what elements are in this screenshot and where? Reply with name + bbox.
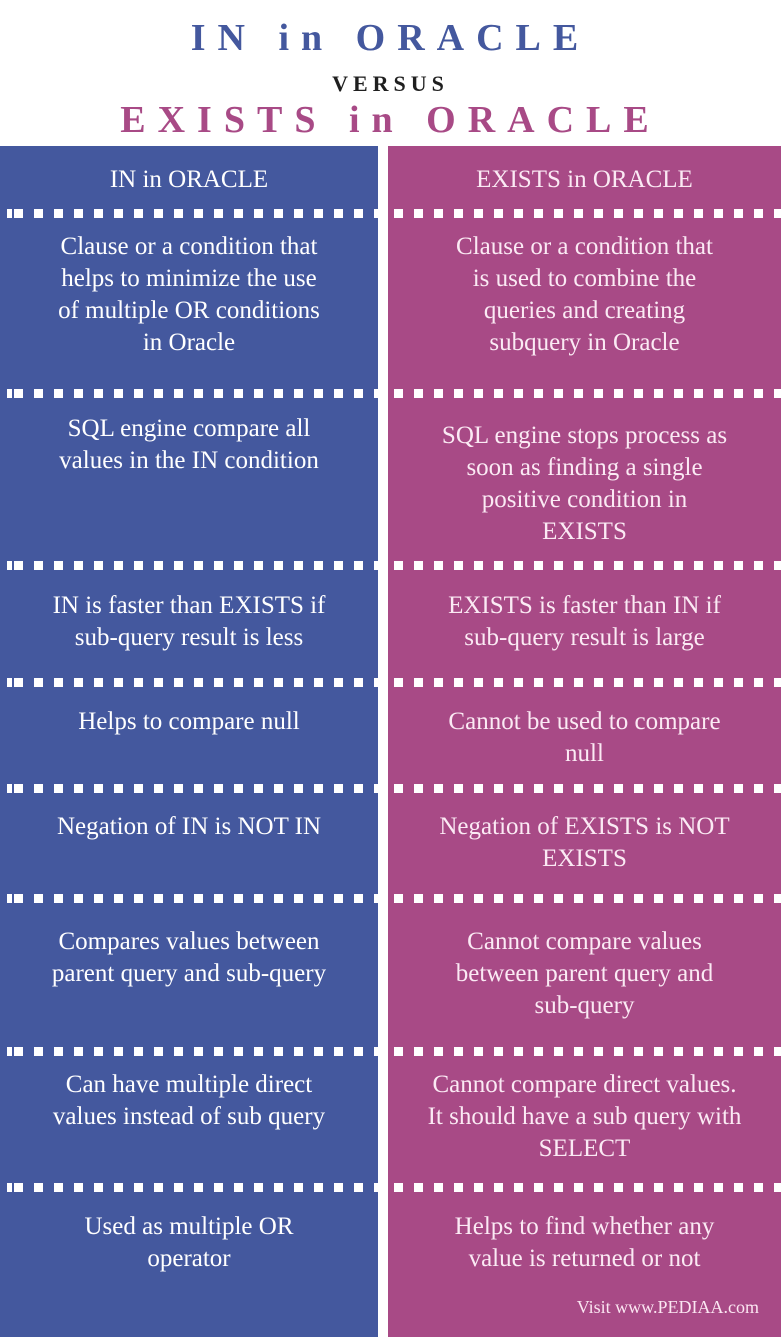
cell-line: in Oracle [142, 329, 236, 356]
in-row-usage: Used as multiple OR operator [0, 1211, 378, 1275]
dotted-separator [7, 1183, 378, 1192]
cell-line: sub-query result is less [74, 624, 304, 651]
cell-line: EXISTS is faster than IN if [448, 592, 721, 619]
dotted-separator [394, 209, 781, 218]
in-row-engine: SQL engine compare all values in the IN … [0, 413, 378, 477]
cell-line: sub-query [534, 992, 635, 1019]
dotted-separator [394, 389, 781, 398]
in-row-direct-values: Can have multiple direct values instead … [0, 1069, 378, 1133]
title-in-oracle: IN in ORACLE [190, 17, 591, 59]
cell-line: Cannot compare values [467, 928, 702, 955]
dotted-separator [7, 678, 378, 687]
dotted-separator [7, 561, 378, 570]
exists-column-header: EXISTS in ORACLE [388, 164, 781, 196]
cell-line: soon as finding a single [466, 454, 703, 481]
dotted-separator [7, 894, 378, 903]
exists-row-usage: Helps to find whether any value is retur… [388, 1211, 781, 1275]
cell-line: Clause or a condition that [456, 233, 713, 260]
cell-line: IN is faster than EXISTS if [52, 592, 326, 619]
dotted-separator [394, 784, 781, 793]
dotted-separator [394, 1183, 781, 1192]
in-row-definition: Clause or a condition that helps to mini… [0, 231, 378, 359]
cell-line: helps to minimize the use [61, 265, 317, 292]
cell-line: is used to combine the [472, 265, 697, 292]
exists-column: EXISTS in ORACLE Clause or a condition t… [388, 146, 781, 1337]
cell-line: Negation of EXISTS is NOT [439, 813, 730, 840]
cell-line: Clause or a condition that [60, 233, 318, 260]
cell-line: operator [147, 1245, 231, 1272]
cell-line: Helps to find whether any [454, 1213, 715, 1240]
exists-row-speed: EXISTS is faster than IN if sub-query re… [388, 590, 781, 654]
cell-line: of multiple OR conditions [58, 297, 320, 324]
cell-line: Negation of IN is NOT IN [56, 813, 322, 840]
cell-line: Used as multiple OR [84, 1213, 294, 1240]
cell-line: subquery in Oracle [489, 329, 680, 356]
in-row-speed: IN is faster than EXISTS if sub-query re… [0, 590, 378, 654]
in-row-null: Helps to compare null [0, 706, 378, 738]
in-row-negation: Negation of IN is NOT IN [0, 811, 378, 843]
cell-line: Can have multiple direct [65, 1071, 313, 1098]
dotted-separator [7, 209, 378, 218]
exists-row-engine: SQL engine stops process as soon as find… [388, 420, 781, 548]
cell-line: between parent query and [455, 960, 714, 987]
cell-line: values in the IN condition [59, 447, 319, 474]
dotted-separator [7, 389, 378, 398]
cell-line: SQL engine stops process as [441, 422, 728, 449]
cell-line: EXISTS [542, 845, 627, 872]
exists-row-direct-values: Cannot compare direct values. It should … [388, 1069, 781, 1165]
dotted-separator [394, 678, 781, 687]
exists-row-compare: Cannot compare values between parent que… [388, 926, 781, 1022]
header-text: EXISTS in ORACLE [476, 166, 693, 193]
in-column: IN in ORACLE Clause or a condition that … [0, 146, 378, 1337]
title-versus: VERSUS [332, 71, 449, 96]
exists-row-null: Cannot be used to compare null [388, 706, 781, 770]
exists-row-definition: Clause or a condition that is used to co… [388, 231, 781, 359]
cell-line: Cannot compare direct values. [432, 1071, 737, 1098]
cell-line: It should have a sub query with [427, 1103, 742, 1130]
pediaa-credit: Visit www.PEDIAA.com [576, 1297, 759, 1317]
cell-line: value is returned or not [468, 1245, 701, 1272]
exists-row-negation: Negation of EXISTS is NOT EXISTS [388, 811, 781, 875]
cell-line: positive condition in [481, 486, 688, 513]
cell-line: Helps to compare null [78, 708, 300, 735]
dotted-separator [394, 561, 781, 570]
cell-line: sub-query result is large [464, 624, 705, 651]
header-text: IN in ORACLE [109, 166, 269, 193]
cell-line: EXISTS [542, 518, 627, 545]
cell-line: parent query and sub-query [51, 960, 327, 987]
title-exists-oracle: EXISTS in ORACLE [120, 99, 661, 141]
cell-line: SQL engine compare all [67, 415, 311, 442]
cell-line: Cannot be used to compare [448, 708, 721, 735]
dotted-separator [394, 894, 781, 903]
in-row-compare: Compares values between parent query and… [0, 926, 378, 990]
cell-line: queries and creating [483, 297, 686, 324]
dotted-separator [7, 784, 378, 793]
dotted-separator [7, 1047, 378, 1056]
cell-line: SELECT [538, 1135, 631, 1162]
cell-line: null [565, 740, 604, 767]
cell-line: values instead of sub query [52, 1103, 326, 1130]
cell-line: Compares values between [58, 928, 320, 955]
in-column-header: IN in ORACLE [0, 164, 378, 196]
dotted-separator [394, 1047, 781, 1056]
title-block: IN in ORACLE VERSUS EXISTS in ORACLE [0, 0, 781, 146]
